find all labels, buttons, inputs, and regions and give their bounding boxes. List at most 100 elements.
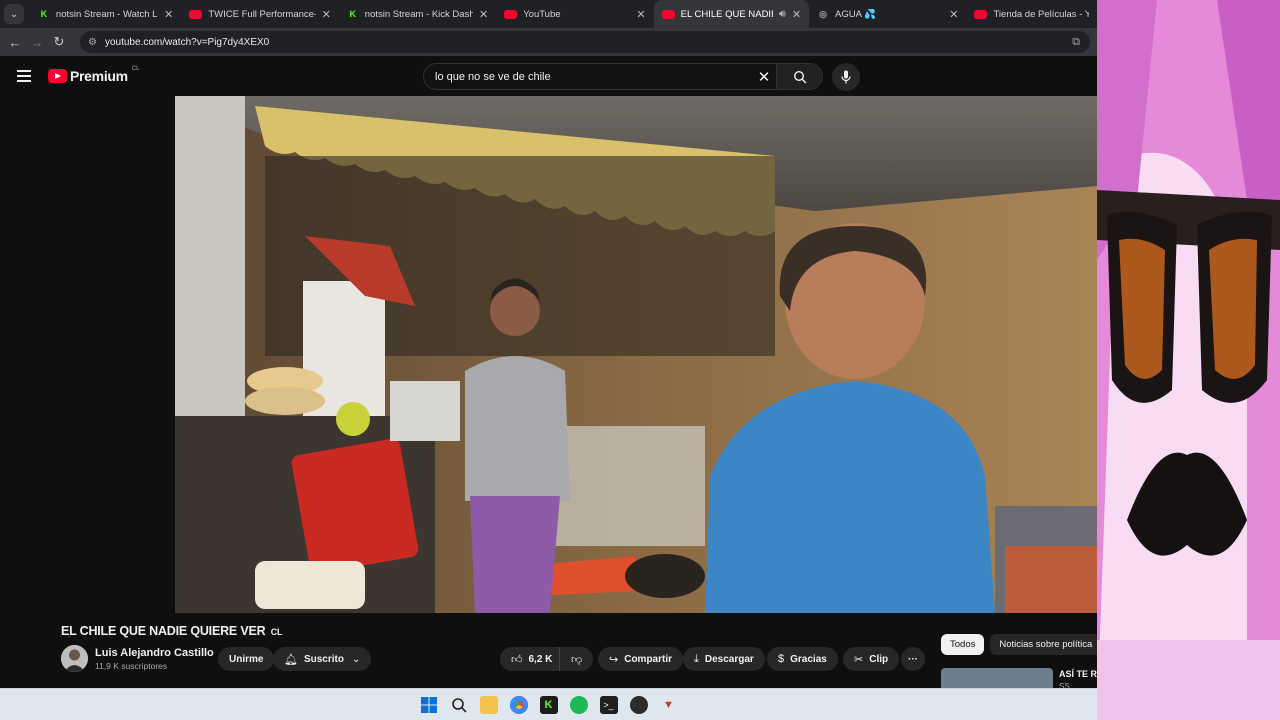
scissors-icon: ✂ [854, 653, 864, 666]
menu-icon[interactable] [17, 70, 31, 82]
file-explorer-icon[interactable] [479, 695, 498, 714]
kick-icon: K [349, 9, 357, 19]
filter-chips: Todos Noticias sobre política [941, 634, 1102, 655]
join-button[interactable]: Unirme [218, 647, 275, 671]
share-button[interactable]: ↪ Compartir [598, 647, 684, 671]
tab-title: TWICE Full Performance-Lollapalooza [208, 8, 316, 20]
tab-close-icon[interactable]: ✕ [792, 8, 801, 21]
browser-tab[interactable]: ◎ AGUA 💦 ✕ [809, 0, 966, 28]
mic-icon [841, 70, 851, 84]
search-button[interactable] [776, 64, 822, 89]
dislike-button[interactable]: 👎︎ [559, 647, 594, 671]
clip-label: Clip [869, 653, 889, 665]
more-icon: ··· [908, 653, 918, 665]
tab-close-icon[interactable]: ✕ [479, 8, 488, 21]
back-icon[interactable]: ← [4, 35, 26, 50]
thanks-label: Gracias [790, 653, 827, 665]
thanks-button[interactable]: $ Gracias [767, 647, 838, 671]
youtube-icon [189, 9, 203, 19]
tab-title: AGUA 💦 [835, 8, 876, 20]
country-code: CL [131, 66, 140, 72]
tab-title: YouTube [523, 8, 561, 20]
tab-search-button[interactable]: ⌄ [4, 4, 24, 24]
tab-close-icon[interactable]: ✕ [322, 8, 331, 21]
recommended-video[interactable]: ASÍ TE RO SS [941, 666, 1097, 688]
youtube-icon [504, 9, 518, 19]
youtube-play-icon [48, 69, 67, 83]
youtube-header: Premium CL lo que no se ve de chile ✕ [0, 56, 1097, 96]
search-input[interactable]: lo que no se ve de chile [424, 71, 752, 83]
channel-avatar[interactable] [61, 645, 88, 672]
browser-tab[interactable]: K notsin Stream - Kick Dashboard ✕ [339, 0, 496, 28]
tab-close-icon[interactable]: ✕ [636, 8, 645, 21]
stream-overlay-avatar [1097, 0, 1280, 720]
clip-button[interactable]: ✂ Clip [843, 647, 900, 671]
search-box: lo que no se ve de chile ✕ [423, 63, 823, 90]
download-label: Descargar [704, 653, 754, 665]
tab-title: notsin Stream - Kick Dashboard [364, 8, 473, 20]
avatar-image [61, 645, 88, 672]
video-title: EL CHILE QUE NADIE QUIERE VER CL [61, 624, 283, 638]
web-icon: ◎ [819, 8, 827, 19]
video-frame [175, 96, 1097, 613]
channel-action-row: Luis Alejandro Castillo 11,9 K suscripto… [61, 645, 931, 673]
chrome-icon[interactable] [509, 695, 528, 714]
thumbs-down-icon: 👎︎ [571, 653, 583, 666]
recommended-title: ASÍ TE RO [1059, 669, 1097, 679]
forward-icon[interactable]: → [26, 35, 48, 50]
kick-app-icon[interactable]: K [539, 695, 558, 714]
logo-text: Premium [70, 68, 128, 84]
browser-tab[interactable]: K notsin Stream - Watch Live on Kick ✕ [30, 0, 181, 28]
tab-close-icon[interactable]: ✕ [949, 8, 958, 21]
browser-tab-strip: ⌄ K notsin Stream - Watch Live on Kick ✕… [0, 0, 1097, 28]
youtube-icon [974, 9, 988, 19]
recommended-thumbnail [941, 668, 1053, 688]
windows-start-icon[interactable] [420, 696, 438, 714]
app-icon[interactable]: ▼ [660, 696, 678, 714]
kick-icon: K [40, 9, 48, 19]
like-count: 6,2 K [528, 653, 553, 665]
browser-tab[interactable]: Tienda de Películas - YouTube [966, 0, 1097, 28]
youtube-logo[interactable]: Premium CL [48, 66, 140, 84]
cast-icon[interactable]: ⧉ [1072, 36, 1080, 49]
subscribed-label: Suscrito [303, 653, 344, 665]
subscriber-count: 11,9 K suscriptores [95, 661, 168, 671]
chevron-down-icon: ⌄ [351, 653, 361, 665]
share-label: Compartir [624, 653, 673, 665]
site-info-icon[interactable]: ⚙ [88, 37, 97, 48]
video-player[interactable] [175, 96, 1097, 613]
more-actions-button[interactable]: ··· [901, 647, 925, 671]
url-field[interactable]: ⚙ youtube.com/watch?v=Pig7dy4XEX0 ⧉ [80, 31, 1090, 53]
download-icon: ⤓ [694, 652, 699, 665]
tab-title: EL CHILE QUE NADIE QUIERE VER [680, 8, 773, 20]
tab-title: notsin Stream - Watch Live on Kick [55, 8, 158, 20]
video-title-suffix: CL [270, 627, 283, 637]
terminal-icon[interactable]: >_ [599, 695, 618, 714]
address-bar-row: ← → ↻ ⚙ youtube.com/watch?v=Pig7dy4XEX0 … [0, 28, 1097, 56]
reload-icon[interactable]: ↻ [48, 34, 70, 50]
thumbs-up-icon: 👍︎ [511, 653, 523, 666]
subscribed-button[interactable]: 🔔︎ Suscrito ⌄ [273, 647, 372, 671]
steam-icon[interactable] [629, 695, 648, 714]
bell-icon: 🔔︎ [284, 653, 298, 666]
clear-icon[interactable]: ✕ [752, 68, 776, 86]
speaker-icon[interactable]: 🔊︎ [779, 8, 786, 21]
tab-close-icon[interactable]: ✕ [164, 8, 173, 21]
browser-tab[interactable]: TWICE Full Performance-Lollapalooza ✕ [181, 0, 338, 28]
browser-tab[interactable]: YouTube ✕ [496, 0, 653, 28]
download-button[interactable]: ⤓ Descargar [683, 647, 765, 671]
search-icon[interactable] [450, 696, 468, 714]
thanks-icon: $ [778, 653, 785, 665]
search-icon [793, 70, 806, 83]
chip-all[interactable]: Todos [941, 634, 985, 655]
taskbar: K >_ ▼ [0, 688, 1097, 720]
like-button[interactable]: 👍︎ 6,2 K [500, 647, 562, 671]
anime-avatar-image [1097, 0, 1280, 720]
channel-name[interactable]: Luis Alejandro Castillo [95, 647, 214, 659]
voice-search-button[interactable] [832, 63, 860, 91]
video-title-text: EL CHILE QUE NADIE QUIERE VER [61, 624, 266, 638]
chip-politics-news[interactable]: Noticias sobre política [990, 634, 1102, 655]
url-text: youtube.com/watch?v=Pig7dy4XEX0 [104, 36, 270, 48]
browser-tab-active[interactable]: EL CHILE QUE NADIE QUIERE VER 🔊︎ ✕ [653, 0, 810, 28]
spotify-icon[interactable] [569, 695, 588, 714]
